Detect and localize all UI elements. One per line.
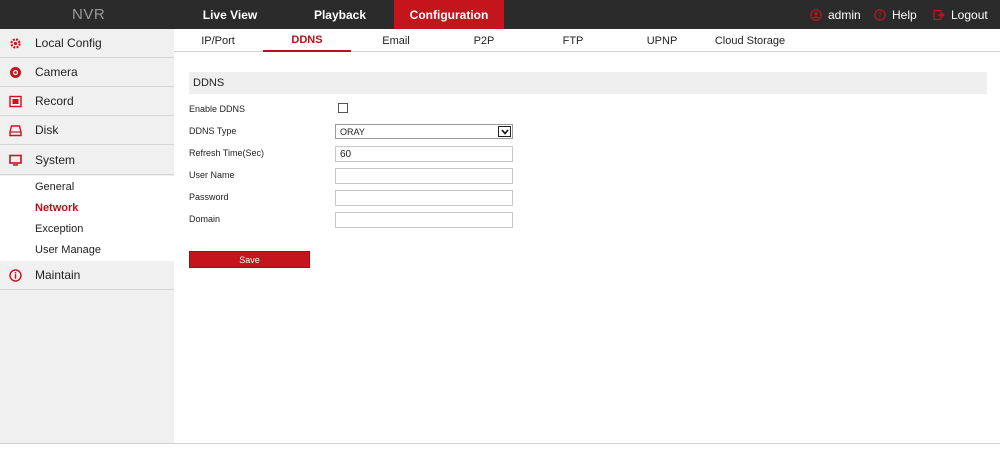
sidebar-item-local-config[interactable]: Local Config bbox=[0, 29, 174, 58]
ddns-type-select[interactable]: ORAY bbox=[335, 124, 513, 139]
tab-ip-port[interactable]: IP/Port bbox=[187, 29, 249, 52]
tab-email[interactable]: Email bbox=[366, 29, 426, 52]
sidebar-item-label: Maintain bbox=[35, 268, 81, 282]
enable-ddns-label: Enable DDNS bbox=[189, 104, 246, 114]
nav-configuration[interactable]: Configuration bbox=[394, 0, 504, 29]
refresh-time-input[interactable]: 60 bbox=[335, 146, 513, 162]
submenu-item-network[interactable]: Network bbox=[35, 202, 78, 214]
camera-icon bbox=[10, 67, 21, 78]
user-menu[interactable]: admin bbox=[810, 0, 861, 29]
section-header: DDNS bbox=[189, 72, 987, 94]
tab-cloud-storage[interactable]: Cloud Storage bbox=[709, 29, 791, 52]
submenu-item-user-manage[interactable]: User Manage bbox=[35, 244, 101, 256]
record-icon bbox=[9, 95, 22, 108]
domain-input[interactable] bbox=[335, 212, 513, 228]
chevron-down-icon bbox=[498, 126, 511, 137]
disk-icon bbox=[9, 125, 22, 137]
nav-live-view[interactable]: Live View bbox=[190, 0, 270, 29]
user-name: admin bbox=[828, 7, 861, 22]
submenu-item-exception[interactable]: Exception bbox=[35, 223, 83, 235]
password-label: Password bbox=[189, 192, 229, 202]
logout-icon bbox=[933, 9, 945, 20]
logout-label: Logout bbox=[951, 7, 988, 22]
logout-link[interactable]: Logout bbox=[933, 0, 988, 29]
svg-text:?: ? bbox=[878, 10, 882, 19]
sidebar-item-maintain[interactable]: Maintain bbox=[0, 261, 174, 290]
network-tabs: IP/Port DDNS Email P2P FTP UPNP Cloud St… bbox=[174, 29, 1000, 52]
sidebar-item-label: Camera bbox=[35, 65, 78, 79]
sidebar: Local Config Camera Record Disk System G… bbox=[0, 29, 174, 443]
ddns-type-value: ORAY bbox=[340, 126, 365, 137]
refresh-time-label: Refresh Time(Sec) bbox=[189, 148, 265, 158]
tab-ddns[interactable]: DDNS bbox=[263, 29, 351, 52]
user-icon bbox=[810, 8, 822, 21]
submenu-item-general[interactable]: General bbox=[35, 181, 74, 193]
sidebar-item-label: Record bbox=[35, 94, 74, 108]
nav-playback[interactable]: Playback bbox=[300, 0, 380, 29]
help-link[interactable]: ? Help bbox=[874, 0, 917, 29]
monitor-icon bbox=[9, 154, 22, 166]
brand-logo: NVR bbox=[72, 6, 106, 23]
sidebar-item-disk[interactable]: Disk bbox=[0, 116, 174, 145]
ddns-type-label: DDNS Type bbox=[189, 126, 237, 136]
sidebar-item-label: Local Config bbox=[35, 36, 102, 50]
tab-ftp[interactable]: FTP bbox=[543, 29, 603, 52]
help-icon: ? bbox=[874, 8, 886, 21]
gear-icon bbox=[10, 38, 21, 49]
info-icon bbox=[9, 269, 22, 282]
help-label: Help bbox=[892, 7, 917, 22]
user-name-label: User Name bbox=[189, 170, 235, 180]
sidebar-item-camera[interactable]: Camera bbox=[0, 58, 174, 87]
sidebar-item-label: Disk bbox=[35, 123, 59, 137]
domain-label: Domain bbox=[189, 214, 221, 224]
tab-p2p[interactable]: P2P bbox=[454, 29, 514, 52]
system-submenu: General Network Exception User Manage bbox=[0, 176, 174, 261]
enable-ddns-checkbox[interactable] bbox=[338, 103, 348, 113]
top-bar: NVR Live View Playback Configuration adm… bbox=[0, 0, 1000, 29]
sidebar-item-record[interactable]: Record bbox=[0, 87, 174, 116]
user-name-input[interactable] bbox=[335, 168, 513, 184]
tab-upnp[interactable]: UPNP bbox=[632, 29, 692, 52]
password-input[interactable] bbox=[335, 190, 513, 206]
sidebar-item-label: System bbox=[35, 153, 76, 167]
bottom-divider bbox=[0, 443, 1000, 444]
sidebar-item-system[interactable]: System bbox=[0, 146, 174, 175]
save-button[interactable]: Save bbox=[189, 251, 310, 268]
